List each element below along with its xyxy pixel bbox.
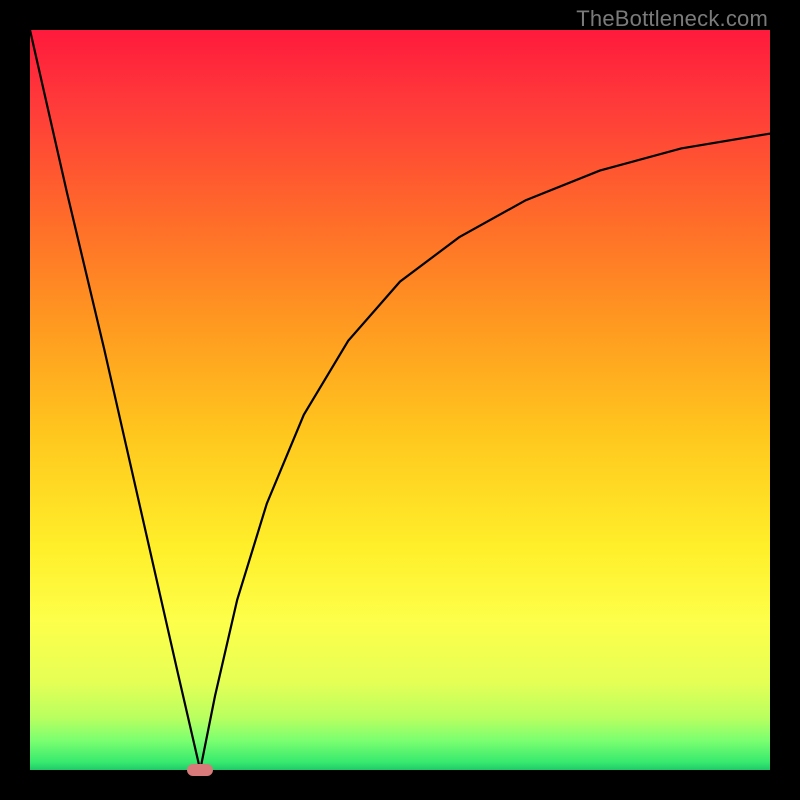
right-curve-line (200, 134, 770, 770)
plot-area (30, 30, 770, 770)
curve-layer (30, 30, 770, 770)
min-marker (187, 764, 213, 776)
left-descent-line (30, 30, 200, 770)
chart-frame: TheBottleneck.com (0, 0, 800, 800)
watermark-text: TheBottleneck.com (576, 6, 768, 32)
